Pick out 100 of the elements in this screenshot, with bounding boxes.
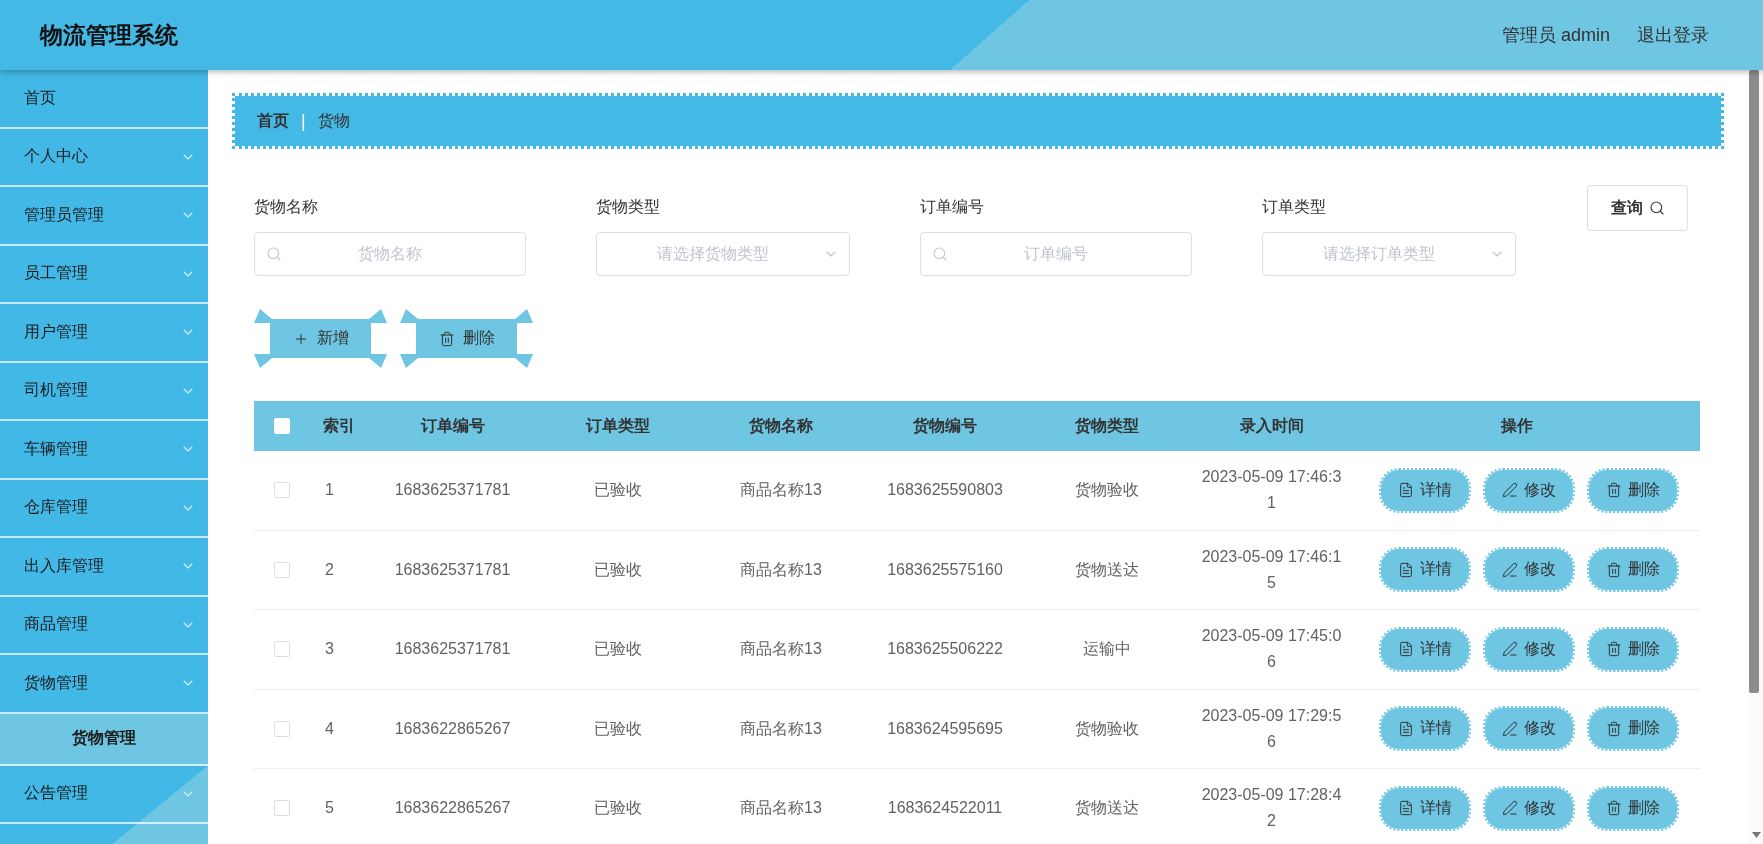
table-cell-text: 已验收 [592,559,643,580]
column-header: 订单类型 [584,415,651,436]
delete-button[interactable]: 删除 [1587,547,1679,593]
trash-icon [1606,482,1622,499]
scrollbar-thumb[interactable] [1749,70,1759,693]
edit-button[interactable]: 修改 [1483,547,1575,593]
column-header: 货物类型 [1073,415,1140,437]
details-button[interactable]: 详情 [1379,547,1471,593]
table-cell-text: 4 [324,718,335,739]
table-cell-text: 5 [324,798,335,819]
app-title: 物流管理系统 [40,20,178,50]
table-cell-text: 已验收 [592,480,643,501]
row-checkbox[interactable] [274,561,290,578]
table-cell-text: 1683625575160 [886,559,1004,580]
document-icon [1398,641,1414,658]
details-button[interactable]: 详情 [1379,626,1471,672]
row-checkbox[interactable] [274,800,290,817]
table-cell-text: 商品名称13 [739,718,823,739]
table-cell-text: 1683625590803 [886,480,1004,501]
row-checkbox[interactable] [274,641,290,658]
table-cell-text: 1683625506222 [886,639,1004,660]
table-cell-text: 商品名称13 [739,559,823,580]
delete-button[interactable]: 删除 [1587,706,1679,752]
details-button[interactable]: 详情 [1379,706,1471,752]
row-checkbox[interactable] [274,482,290,499]
table-cell-text: 1683625371781 [393,480,512,501]
table-cell-text: 商品名称13 [739,639,823,660]
delete-button[interactable]: 删除 [1587,467,1679,513]
table-cell-text: 1683622865267 [393,798,512,819]
table-cell-text: 2023-05-09 17:29:56 [1200,705,1343,752]
table-cell-text: 1683625371781 [393,639,512,660]
column-header: 货物编号 [912,415,978,437]
user-label: 管理员 admin [1501,24,1610,47]
delete-button[interactable]: 删除 [1587,626,1679,672]
trash-icon [1606,720,1622,737]
breadcrumb-separator: | [301,112,306,130]
field-label: 订单类型 [1262,197,1326,217]
column-header: 索引 [322,415,356,436]
pencil-icon [1502,641,1518,658]
table-cell-text: 已验收 [592,639,643,660]
table-cell-text: 1683625371781 [393,559,512,580]
field-label: 货物名称 [254,197,318,217]
dropdown-field[interactable]: 请选择货物类型 [596,232,850,276]
table-cell-text: 2023-05-09 17:28:42 [1200,785,1343,832]
pencil-icon [1502,800,1518,817]
table-cell-text: 货物验收 [1073,718,1140,739]
search-icon [1648,200,1665,216]
table-cell-text: 2023-05-09 17:46:15 [1200,546,1343,593]
breadcrumb-link[interactable]: 首页 [257,110,289,132]
details-button[interactable]: 详情 [1379,785,1471,831]
column-header: 操作 [1499,415,1534,436]
dropdown-field[interactable]: 请选择订单类型 [1262,232,1516,276]
table-cell-text: 已验收 [592,718,643,739]
search-icon [266,246,282,262]
field-label: 货物类型 [596,197,660,217]
field-label: 订单编号 [920,197,984,217]
table-cell-text: 3 [324,639,335,660]
edit-button[interactable]: 修改 [1483,785,1575,831]
edit-button[interactable]: 修改 [1483,626,1575,672]
delete-button[interactable]: 删除 [400,309,533,368]
table-cell-text: 商品名称13 [739,480,823,501]
row-checkbox[interactable] [274,720,290,737]
breadcrumb-current: 货物 [317,110,350,131]
search-icon [932,246,948,262]
table-cell-text: 2 [324,559,335,580]
edit-button[interactable]: 修改 [1483,467,1575,513]
table-cell-text: 1 [324,480,335,501]
logout-link[interactable]: 退出登录 [1637,23,1709,47]
search-input-field[interactable]: 订单编号 [920,232,1192,276]
document-icon [1398,561,1414,578]
table-cell-text: 货物送达 [1073,798,1140,819]
table-cell-text: 已验收 [592,798,643,819]
delete-button[interactable]: 删除 [1587,785,1679,831]
table-cell-text: 1683622865267 [393,718,512,739]
table-cell-text: 1683624522011 [886,798,1004,819]
select-all-checkbox[interactable] [274,418,290,434]
edit-button[interactable]: 修改 [1483,706,1575,752]
trash-icon [1606,561,1622,578]
column-header: 订单编号 [419,415,486,436]
table-cell-text: 运输中 [1081,639,1132,660]
table-cell-text: 2023-05-09 17:46:31 [1200,467,1343,514]
column-header: 录入时间 [1238,415,1305,436]
pencil-icon [1502,482,1518,499]
submenu-item[interactable]: 货物管理 [0,713,208,766]
table-cell-text: 2023-05-09 17:45:06 [1200,626,1343,673]
trash-icon [438,330,455,347]
details-button[interactable]: 详情 [1379,467,1471,513]
pencil-icon [1502,720,1518,737]
document-icon [1398,800,1414,817]
pencil-icon [1502,561,1518,578]
document-icon [1398,482,1414,499]
search-button[interactable]: 查询 [1587,185,1688,231]
add-button[interactable]: 新增 [254,309,387,368]
search-input-field[interactable]: 货物名称 [254,232,526,276]
column-header: 货物名称 [748,415,814,437]
scroll-down-icon[interactable] [1752,832,1761,838]
trash-icon [1606,641,1622,658]
table-cell-text: 货物送达 [1073,559,1140,580]
table-cell-text: 商品名称13 [739,798,823,819]
table-cell-text: 货物验收 [1073,480,1140,501]
